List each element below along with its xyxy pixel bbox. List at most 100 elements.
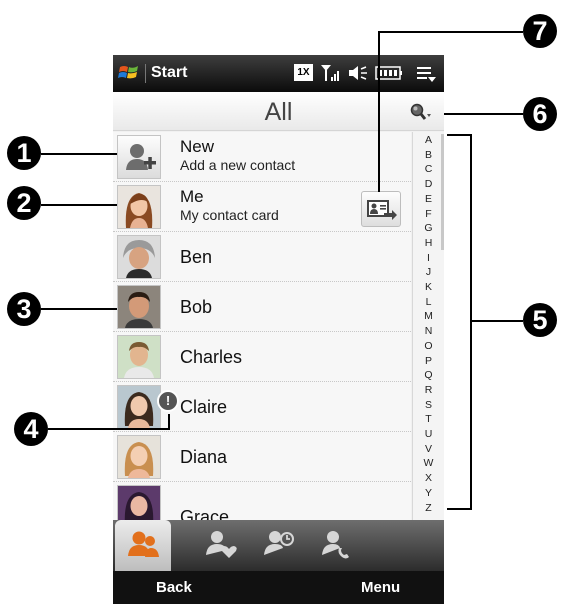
menu-softkey[interactable]: Menu: [361, 579, 400, 596]
menu-dropdown-icon[interactable]: [415, 63, 437, 83]
alphabet-letter-t[interactable]: T: [413, 413, 444, 425]
callout-bracket: [447, 134, 472, 136]
avatar: [117, 285, 161, 329]
call-history-icon: [322, 531, 349, 559]
callout-leader: [378, 31, 523, 33]
callout-1: 1: [7, 136, 41, 170]
avatar: [117, 235, 161, 279]
alphabet-letter-i[interactable]: I: [413, 252, 444, 264]
alphabet-letter-g[interactable]: G: [413, 222, 444, 234]
callout-5: 5: [523, 303, 557, 337]
callout-2: 2: [7, 186, 41, 220]
alphabet-letter-r[interactable]: R: [413, 384, 444, 396]
add-contact-icon: [117, 135, 161, 179]
alphabet-letter-l[interactable]: L: [413, 296, 444, 308]
contact-name: Bob: [180, 297, 213, 317]
updates-clock-icon: [264, 531, 294, 555]
softkey-bar: Back Menu: [113, 571, 444, 604]
alphabet-letter-z[interactable]: Z: [413, 502, 444, 514]
callout-bracket: [470, 134, 472, 510]
phone-screen: Start 1X All New Add a new contact Me My…: [113, 55, 444, 604]
alphabet-letter-k[interactable]: K: [413, 281, 444, 293]
tab-call-history[interactable]: [307, 520, 363, 571]
network-1x-icon: 1X: [294, 64, 313, 81]
callout-leader: [48, 428, 170, 430]
alphabet-index-bar[interactable]: ABCDEFGHIJKLMNOPQRSTUVWXYZ: [412, 132, 444, 520]
status-bar: Start 1X: [113, 55, 444, 92]
contact-subtitle: My contact card: [180, 207, 279, 223]
tab-people[interactable]: [115, 520, 171, 571]
alphabet-letter-m[interactable]: M: [413, 310, 444, 322]
list-item-new-contact[interactable]: New Add a new contact: [113, 132, 411, 182]
tab-favorites[interactable]: [193, 520, 249, 571]
alphabet-letter-y[interactable]: Y: [413, 487, 444, 499]
contact-name: Diana: [180, 447, 228, 467]
send-contact-card-button[interactable]: [361, 191, 401, 227]
favorites-heart-icon: [206, 531, 237, 558]
list-item-contact[interactable]: Charles: [113, 332, 411, 382]
list-item-contact[interactable]: Diana: [113, 432, 411, 482]
list-item-contact[interactable]: Bob: [113, 282, 411, 332]
contact-subtitle: Add a new contact: [180, 157, 296, 173]
people-icon: [128, 531, 159, 557]
callout-bracket: [447, 508, 472, 510]
tab-bar: [113, 520, 444, 571]
contact-name: Charles: [180, 347, 243, 367]
contact-card-send-icon: [367, 200, 397, 220]
avatar: [117, 385, 161, 429]
alphabet-letter-j[interactable]: J: [413, 266, 444, 278]
alphabet-letter-w[interactable]: W: [413, 457, 444, 469]
start-label[interactable]: Start: [151, 64, 187, 82]
alphabet-letter-o[interactable]: O: [413, 340, 444, 352]
alphabet-letter-c[interactable]: C: [413, 163, 444, 175]
alphabet-letter-v[interactable]: V: [413, 443, 444, 455]
callout-leader: [168, 414, 170, 430]
alphabet-letter-u[interactable]: U: [413, 428, 444, 440]
list-item-me[interactable]: Me My contact card: [113, 182, 411, 232]
alphabet-letter-x[interactable]: X: [413, 472, 444, 484]
alphabet-letter-a[interactable]: A: [413, 134, 444, 146]
page-title: All: [264, 98, 293, 126]
callout-leader: [378, 31, 380, 192]
separator: [145, 64, 146, 83]
alphabet-letter-b[interactable]: B: [413, 149, 444, 161]
list-item-contact[interactable]: ! Claire: [113, 382, 411, 432]
callout-leader: [444, 113, 523, 115]
alphabet-letter-h[interactable]: H: [413, 237, 444, 249]
title-bar: All: [113, 92, 444, 131]
avatar: [117, 185, 161, 229]
alphabet-letter-f[interactable]: F: [413, 208, 444, 220]
callout-leader: [41, 308, 117, 310]
alphabet-letter-q[interactable]: Q: [413, 369, 444, 381]
contact-name: Grace: [180, 507, 230, 520]
avatar: [117, 435, 161, 479]
contact-name: Me: [180, 187, 204, 206]
avatar: [117, 485, 161, 520]
contact-name: Ben: [180, 247, 213, 267]
avatar: [117, 335, 161, 379]
callout-6: 6: [523, 97, 557, 131]
contact-list[interactable]: New Add a new contact Me My contact card: [113, 132, 411, 520]
list-item-contact[interactable]: Grace: [113, 482, 411, 520]
alphabet-letter-n[interactable]: N: [413, 325, 444, 337]
callout-3: 3: [7, 292, 41, 326]
callout-leader: [41, 204, 117, 206]
signal-icon: [321, 65, 339, 81]
back-softkey[interactable]: Back: [156, 579, 192, 596]
search-icon[interactable]: [409, 102, 433, 122]
windows-logo-icon[interactable]: [118, 63, 140, 83]
callout-leader: [470, 320, 523, 322]
callout-leader: [41, 153, 117, 155]
contact-name: New: [180, 137, 215, 156]
contact-name: Claire: [180, 397, 228, 417]
tab-updates[interactable]: [251, 520, 307, 571]
list-item-contact[interactable]: Ben: [113, 232, 411, 282]
callout-4: 4: [14, 412, 48, 446]
callout-7: 7: [523, 14, 557, 48]
alphabet-letter-e[interactable]: E: [413, 193, 444, 205]
alphabet-letter-s[interactable]: S: [413, 399, 444, 411]
alphabet-letter-p[interactable]: P: [413, 355, 444, 367]
alphabet-letter-d[interactable]: D: [413, 178, 444, 190]
alert-icon: !: [157, 390, 179, 412]
speaker-mute-icon: [349, 66, 367, 80]
